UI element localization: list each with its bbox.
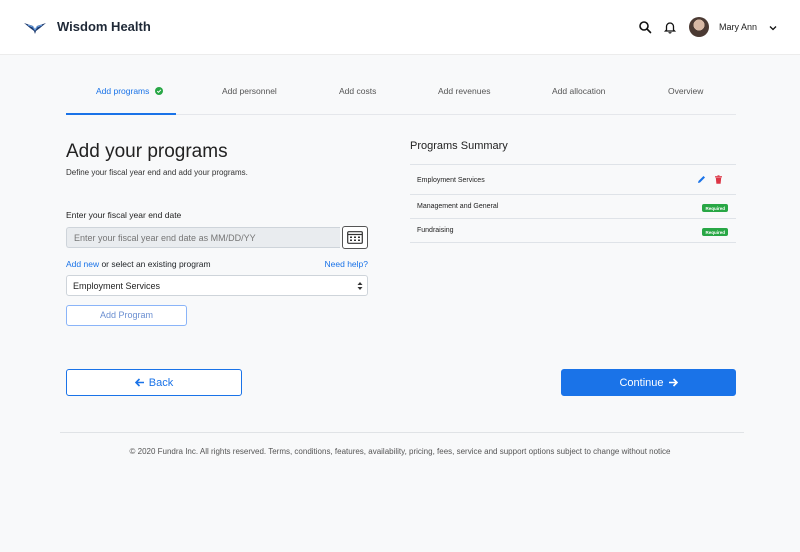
step-add-personnel[interactable]: Add personnel bbox=[222, 86, 277, 96]
row-actions bbox=[697, 175, 723, 184]
summary-title: Programs Summary bbox=[410, 140, 508, 152]
select-arrows-icon bbox=[357, 282, 363, 290]
page-title: Add your programs bbox=[66, 141, 228, 162]
list-item: Employment Services bbox=[410, 165, 736, 195]
program-name: Fundraising bbox=[417, 227, 454, 234]
add-new-link[interactable]: Add new bbox=[66, 259, 99, 269]
user-name[interactable]: Mary Ann bbox=[719, 22, 757, 32]
pencil-icon[interactable] bbox=[697, 175, 706, 184]
fiscal-year-input[interactable] bbox=[66, 227, 340, 248]
step-add-allocation[interactable]: Add allocation bbox=[552, 86, 605, 96]
program-select[interactable]: Employment Services bbox=[66, 275, 368, 296]
need-help-link[interactable]: Need help? bbox=[325, 259, 368, 269]
footer-divider bbox=[60, 432, 744, 433]
top-navigation-bar: Wisdom Health Mary Ann bbox=[0, 0, 800, 55]
eagle-logo-icon[interactable] bbox=[24, 19, 46, 35]
trash-icon[interactable] bbox=[714, 175, 723, 184]
list-item: Fundraising Required bbox=[410, 219, 736, 243]
step-add-programs[interactable]: Add programs bbox=[96, 86, 163, 96]
program-name: Management and General bbox=[417, 203, 499, 210]
chevron-down-icon[interactable] bbox=[769, 24, 777, 32]
required-badge: Required bbox=[702, 204, 728, 212]
program-select-value: Employment Services bbox=[73, 281, 161, 291]
step-label: Add programs bbox=[96, 86, 150, 96]
back-label: Back bbox=[148, 376, 174, 389]
bell-icon[interactable] bbox=[663, 20, 677, 34]
list-item: Management and General Required bbox=[410, 195, 736, 219]
program-name: Employment Services bbox=[417, 177, 485, 184]
continue-button[interactable]: Continue bbox=[561, 369, 736, 396]
wizard-steps: Add programs Add personnel Add costs Add… bbox=[66, 76, 736, 115]
avatar[interactable] bbox=[689, 17, 709, 37]
step-add-revenues[interactable]: Add revenues bbox=[438, 86, 490, 96]
active-step-indicator bbox=[66, 113, 176, 115]
brand-name[interactable]: Wisdom Health bbox=[57, 19, 151, 34]
fiscal-year-label: Enter your fiscal year end date bbox=[66, 210, 182, 220]
back-button[interactable]: Back bbox=[66, 369, 242, 396]
page-subtitle: Define your fiscal year end and add your… bbox=[66, 168, 248, 177]
arrow-left-icon bbox=[134, 378, 144, 387]
calendar-icon bbox=[347, 231, 363, 244]
search-icon[interactable] bbox=[638, 20, 652, 34]
step-add-costs[interactable]: Add costs bbox=[339, 86, 376, 96]
required-badge: Required bbox=[702, 228, 728, 236]
program-label-row: Add new or select an existing program Ne… bbox=[66, 259, 368, 271]
add-program-button[interactable]: Add Program bbox=[66, 305, 187, 326]
arrow-right-icon bbox=[668, 378, 678, 387]
programs-summary-list: Employment Services Management and Gener… bbox=[410, 164, 736, 243]
calendar-button[interactable] bbox=[342, 226, 368, 249]
check-circle-icon bbox=[154, 87, 163, 95]
continue-label: Continue bbox=[619, 376, 664, 389]
footer-text: © 2020 Fundra Inc. All rights reserved. … bbox=[129, 447, 671, 456]
program-label: or select an existing program bbox=[99, 259, 211, 269]
step-overview[interactable]: Overview bbox=[668, 86, 703, 96]
